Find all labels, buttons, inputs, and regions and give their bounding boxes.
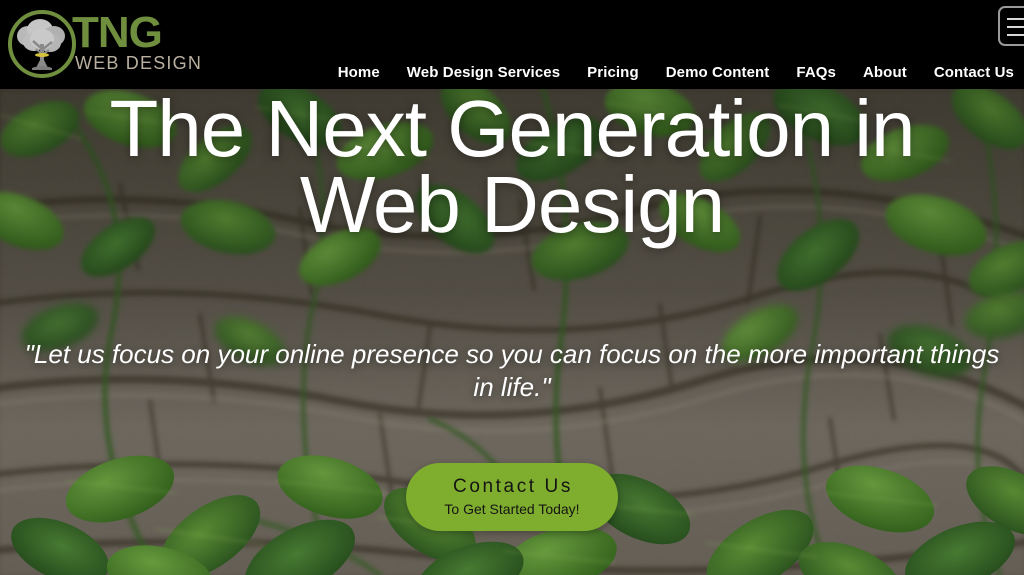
- contact-us-button-label: Contact Us: [453, 475, 573, 497]
- hero-title: The Next Generation in Web Design: [0, 89, 1024, 245]
- hero-cta-area: Contact Us To Get Started Today!: [0, 463, 1024, 531]
- logo-brand-text: TNG: [72, 7, 163, 57]
- site-header: TNG WEB DESIGN Home Web Design Services …: [0, 0, 1024, 89]
- hamburger-bar-2: [1007, 26, 1024, 28]
- hero-subtitle: "Let us focus on your online presence so…: [24, 339, 1000, 402]
- nav-item-contact-us[interactable]: Contact Us: [934, 64, 1014, 81]
- contact-us-button-sublabel: To Get Started Today!: [444, 500, 580, 517]
- hero-content: The Next Generation in Web Design "Let u…: [0, 89, 1024, 575]
- hero-section: The Next Generation in Web Design "Let u…: [0, 89, 1024, 575]
- site-logo[interactable]: TNG WEB DESIGN: [6, 4, 202, 84]
- logo-wordmark: TNG WEB DESIGN: [72, 7, 203, 77]
- nav-item-home[interactable]: Home: [338, 64, 380, 81]
- logo-tagline-text: WEB DESIGN: [75, 53, 203, 74]
- nav-item-faqs[interactable]: FAQs: [796, 64, 836, 81]
- hamburger-bar-1: [1007, 18, 1024, 20]
- hero-title-line-2: Web Design: [299, 160, 725, 249]
- nav-item-demo-content[interactable]: Demo Content: [666, 64, 770, 81]
- nav-item-web-design-services[interactable]: Web Design Services: [407, 64, 560, 81]
- contact-us-button[interactable]: Contact Us To Get Started Today!: [406, 463, 618, 531]
- hamburger-menu-icon[interactable]: [998, 6, 1024, 46]
- main-navigation: Home Web Design Services Pricing Demo Co…: [338, 64, 1020, 81]
- tree-in-circle-logo-icon: [6, 8, 78, 80]
- nav-item-about[interactable]: About: [863, 64, 907, 81]
- page-root: TNG WEB DESIGN Home Web Design Services …: [0, 0, 1024, 575]
- nav-item-pricing[interactable]: Pricing: [587, 64, 639, 81]
- hamburger-bar-3: [1007, 34, 1024, 36]
